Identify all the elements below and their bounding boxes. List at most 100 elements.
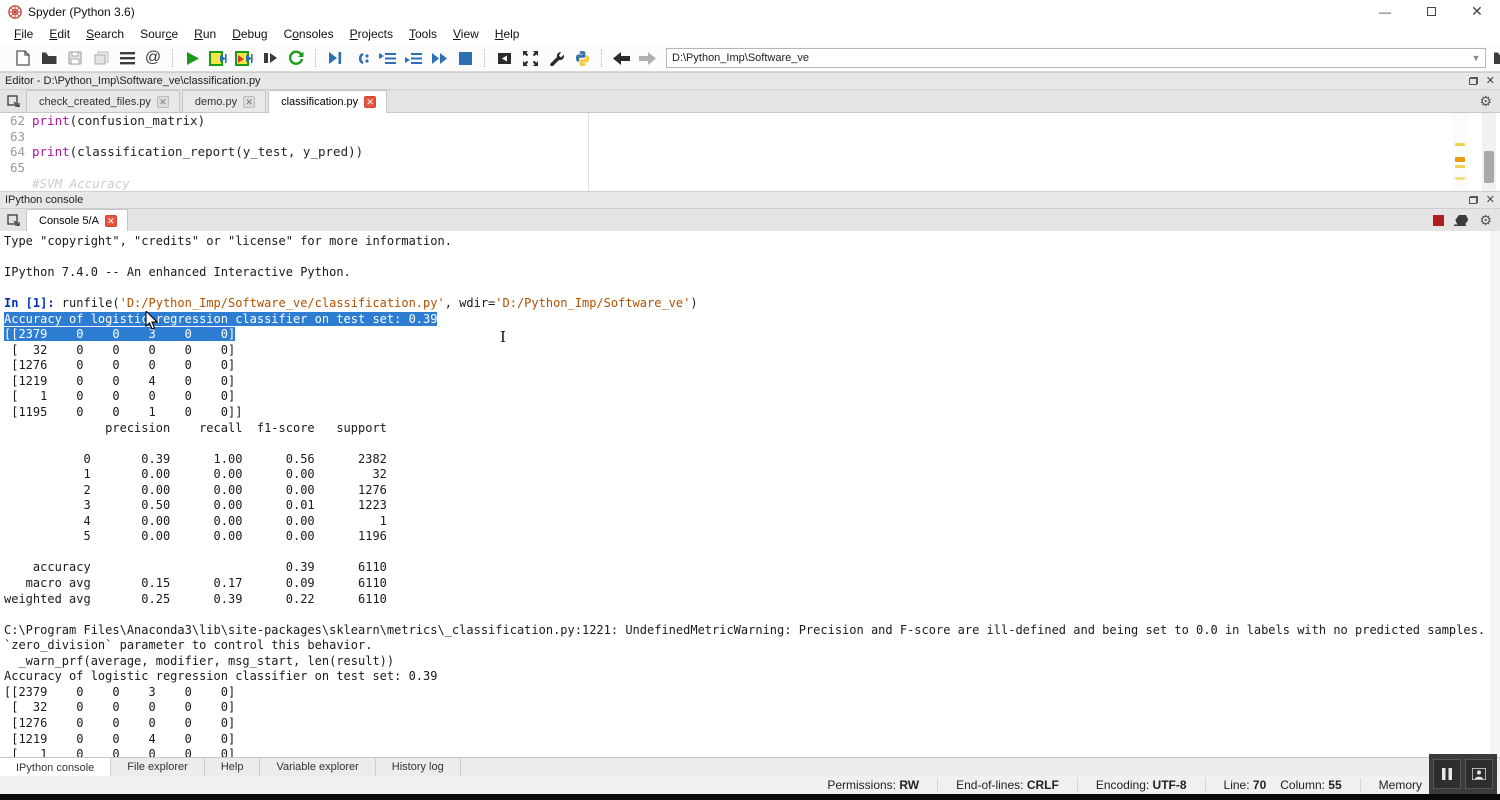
column-edge-line — [588, 113, 589, 191]
step-over-icon[interactable] — [376, 47, 398, 69]
menu-file[interactable]: File — [6, 25, 41, 43]
editor-tab[interactable]: check_created_files.py✕ — [26, 90, 180, 112]
code-text: print(classification_report(y_test, y_pr… — [32, 144, 363, 160]
close-pane-icon[interactable]: ✕ — [1486, 195, 1495, 206]
save-all-icon[interactable] — [90, 47, 112, 69]
console-line: C:\Program Files\Anaconda3\lib\site-pack… — [4, 623, 1500, 639]
console-line: [ 32 0 0 0 0 0] — [4, 343, 1500, 359]
dock-tab-variable-explorer[interactable]: Variable explorer — [260, 758, 375, 776]
close-tab-icon[interactable]: ✕ — [243, 96, 255, 108]
open-file-icon[interactable] — [38, 47, 60, 69]
console-scrollbar[interactable] — [1490, 231, 1500, 757]
console-output[interactable]: Type "copyright", "credits" or "license"… — [0, 231, 1500, 757]
menu-view[interactable]: View — [445, 25, 487, 43]
console-line — [4, 281, 1500, 297]
close-pane-icon[interactable]: ✕ — [1486, 76, 1495, 87]
close-tab-icon[interactable]: ✕ — [157, 96, 169, 108]
editor-pane-header: Editor - D:\Python_Imp\Software_ve\class… — [0, 72, 1500, 90]
menu-tools[interactable]: Tools — [401, 25, 445, 43]
editor-code-line[interactable]: 64print(classification_report(y_test, y_… — [0, 144, 1500, 160]
working-directory-combo[interactable]: ▼ — [666, 48, 1486, 68]
working-directory-input[interactable] — [667, 52, 1467, 64]
editor-tab[interactable]: classification.py✕ — [268, 90, 387, 113]
forward-icon[interactable] — [636, 47, 658, 69]
browse-tabs-icon[interactable] — [0, 209, 26, 231]
webcam-icon[interactable] — [1465, 759, 1493, 789]
menu-edit[interactable]: Edit — [41, 25, 78, 43]
menu-consoles[interactable]: Consoles — [276, 25, 342, 43]
debug-cell-icon[interactable] — [350, 47, 372, 69]
menu-search[interactable]: Search — [78, 25, 132, 43]
run-cell-icon[interactable] — [207, 47, 229, 69]
menu-debug[interactable]: Debug — [224, 25, 275, 43]
debug-file-icon[interactable] — [324, 47, 346, 69]
editor-code-area[interactable]: 62print(confusion_matrix)6364print(class… — [0, 113, 1500, 191]
spyder-logo-icon — [8, 5, 22, 19]
console-line: In [1]: runfile('D:/Python_Imp/Software_… — [4, 296, 1500, 312]
pause-recording-icon[interactable] — [1433, 759, 1461, 789]
menu-help[interactable]: Help — [487, 25, 528, 43]
menu-run[interactable]: Run — [186, 25, 224, 43]
console-tab-bar: Console 5/A ✕ ⚙ — [0, 209, 1500, 232]
editor-code-line[interactable]: #SVM Accuracy — [0, 176, 1500, 191]
editor-tab-label: demo.py — [195, 96, 237, 108]
dock-tab-history-log[interactable]: History log — [376, 758, 461, 776]
console-tab[interactable]: Console 5/A ✕ — [26, 209, 128, 232]
menu-source[interactable]: Source — [132, 25, 186, 43]
file-switcher-icon[interactable] — [116, 47, 138, 69]
python-env-icon[interactable] — [571, 47, 593, 69]
status-item: Permissions: RW — [809, 778, 937, 792]
browse-tabs-icon[interactable] — [0, 90, 26, 112]
browse-directory-icon[interactable] — [1490, 47, 1500, 69]
run-selection-icon[interactable] — [259, 47, 281, 69]
toolbar-separator — [172, 49, 173, 67]
mouse-cursor — [145, 311, 161, 331]
fullscreen-icon[interactable] — [519, 47, 541, 69]
warning-flag — [1455, 143, 1465, 146]
run-cell-advance-icon[interactable] — [233, 47, 255, 69]
editor-code-line[interactable]: 65 — [0, 160, 1500, 176]
window-title: Spyder (Python 3.6) — [28, 5, 135, 19]
new-file-icon[interactable] — [12, 47, 34, 69]
menu-projects[interactable]: Projects — [342, 25, 401, 43]
editor-tab[interactable]: demo.py ✕ — [182, 90, 266, 112]
back-icon[interactable] — [610, 47, 632, 69]
dock-tab-help[interactable]: Help — [205, 758, 261, 776]
restore-button[interactable] — [1408, 0, 1454, 23]
console-line — [4, 607, 1500, 623]
run-file-icon[interactable] — [181, 47, 203, 69]
editor-options-gear-icon[interactable]: ⚙ — [1479, 93, 1492, 110]
interrupt-kernel-icon[interactable] — [1433, 215, 1444, 226]
maximize-pane-icon[interactable] — [493, 47, 515, 69]
console-line: 1 0.00 0.00 0.00 32 — [4, 467, 1500, 483]
console-line: _warn_prf(average, modifier, msg_start, … — [4, 654, 1500, 670]
title-bar: Spyder (Python 3.6) — ✕ — [0, 0, 1500, 23]
editor-scrollbar[interactable] — [1482, 113, 1496, 191]
undock-pane-icon[interactable] — [1469, 196, 1478, 204]
console-line: [1219 0 0 4 0 0] — [4, 732, 1500, 748]
console-line: macro avg 0.15 0.17 0.09 6110 — [4, 576, 1500, 592]
console-options-gear-icon[interactable]: ⚙ — [1479, 212, 1492, 229]
editor-code-line[interactable]: 62print(confusion_matrix) — [0, 113, 1500, 129]
editor-code-line[interactable]: 63 — [0, 129, 1500, 145]
stop-debug-icon[interactable] — [454, 47, 476, 69]
rerun-icon[interactable] — [285, 47, 307, 69]
chevron-down-icon[interactable]: ▼ — [1467, 53, 1485, 63]
dock-tab-ipython-console[interactable]: IPython console — [0, 758, 111, 776]
menu-bar: FileEditSearchSourceRunDebugConsolesProj… — [0, 23, 1500, 45]
dock-tab-file-explorer[interactable]: File explorer — [111, 758, 205, 776]
save-file-icon[interactable] — [64, 47, 86, 69]
find-symbols-icon[interactable]: @ — [142, 47, 164, 69]
close-tab-icon[interactable]: ✕ — [364, 96, 376, 108]
undock-pane-icon[interactable] — [1469, 77, 1478, 85]
line-number: 62 — [0, 113, 32, 129]
console-line: precision recall f1-score support — [4, 421, 1500, 437]
minimize-button[interactable]: — — [1362, 0, 1408, 23]
preferences-wrench-icon[interactable] — [545, 47, 567, 69]
clear-console-icon[interactable] — [1454, 215, 1469, 226]
continue-icon[interactable] — [428, 47, 450, 69]
console-line: [ 1 0 0 0 0 0] — [4, 747, 1500, 757]
close-button[interactable]: ✕ — [1454, 0, 1500, 23]
close-tab-icon[interactable]: ✕ — [105, 215, 117, 227]
step-return-icon[interactable] — [402, 47, 424, 69]
